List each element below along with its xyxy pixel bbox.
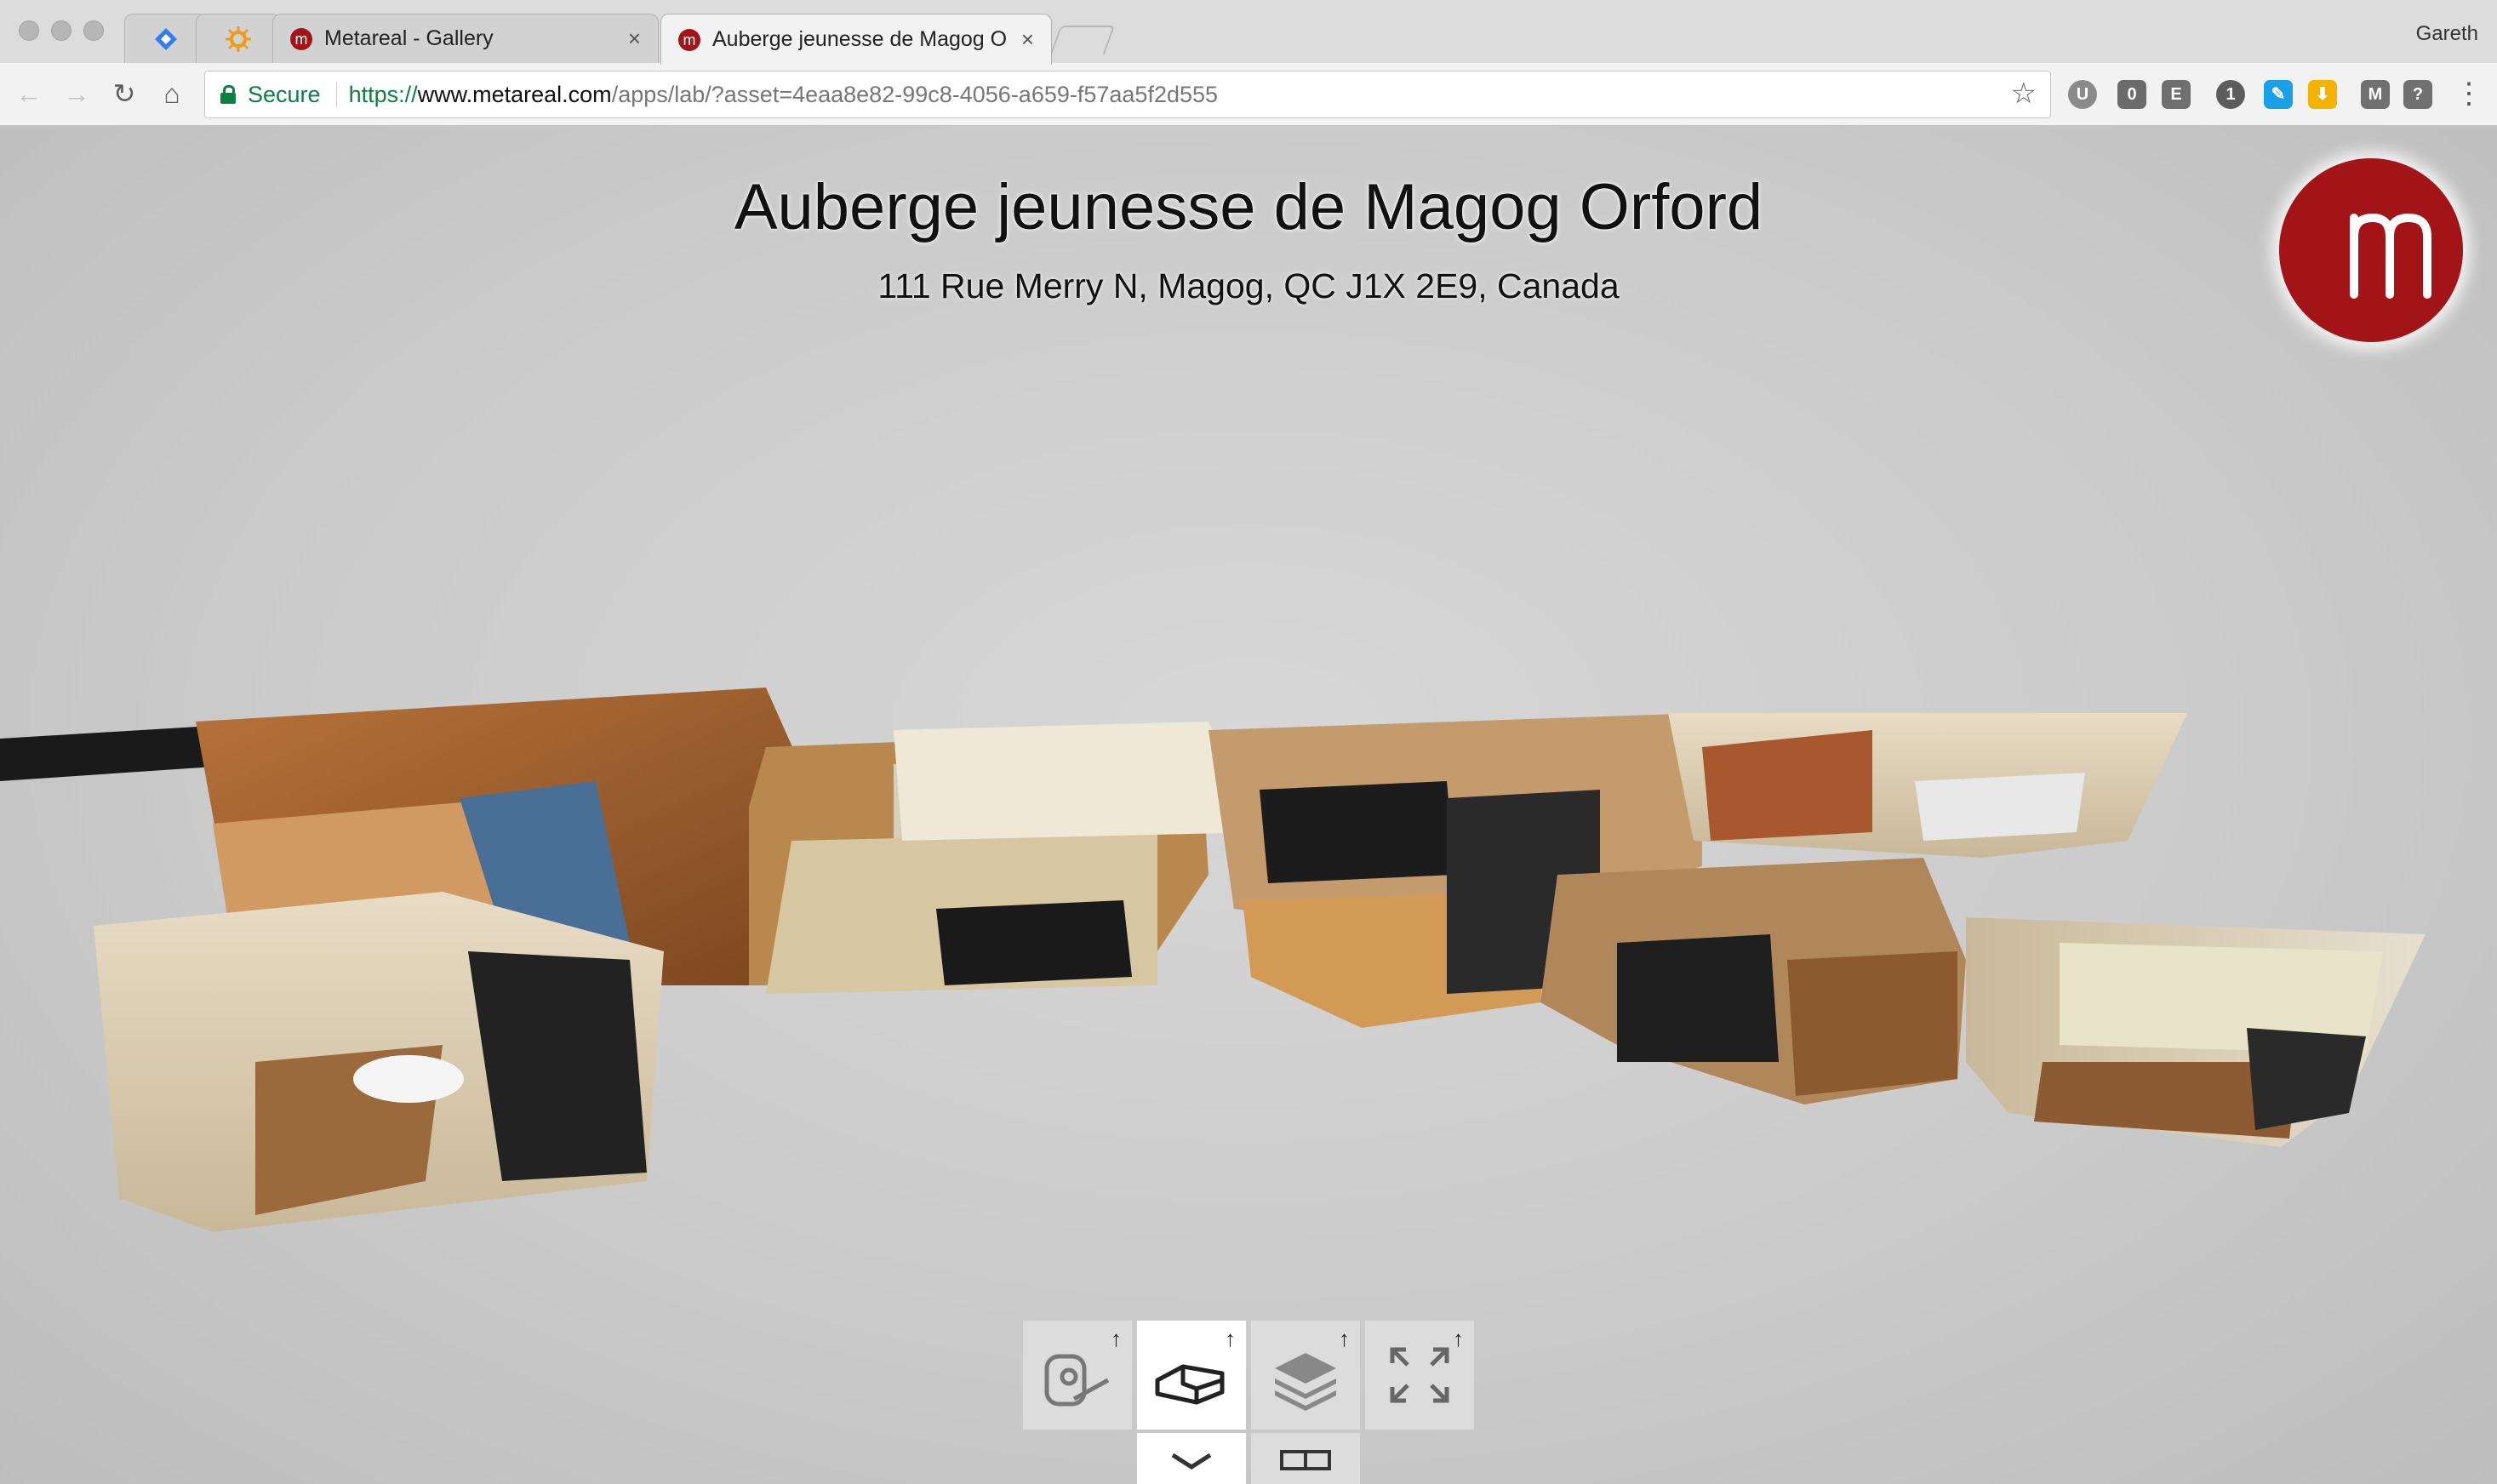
floorplan-toggle-button[interactable] [1251, 1433, 1360, 1484]
dollhouse-3d-model[interactable] [0, 585, 2497, 1351]
metareal-m-icon [2350, 213, 2431, 299]
collapse-button[interactable] [1137, 1433, 1246, 1484]
zoom-window-button[interactable] [83, 20, 104, 41]
url-path: /apps/lab/?asset=4eaa8e82-99c8-4056-a659… [611, 81, 1219, 107]
profile-name[interactable]: Gareth [2416, 22, 2478, 46]
ublock-icon[interactable]: U [2068, 80, 2097, 109]
metareal-logo[interactable] [2279, 158, 2463, 342]
tab-auberge[interactable]: m Auberge jeunesse de Magog O × [660, 14, 1052, 65]
arrow-up-icon: ↑ [1225, 1326, 1236, 1351]
arrow-up-icon: ↑ [1453, 1326, 1464, 1351]
close-icon[interactable]: × [628, 26, 641, 52]
minimize-window-button[interactable] [51, 20, 71, 41]
metareal-icon: m [678, 28, 700, 51]
evernote-icon[interactable]: E [2162, 80, 2191, 109]
tab-label: Metareal - Gallery [324, 26, 494, 50]
measure-tool-button[interactable]: ↑ [1023, 1321, 1132, 1430]
bookmark-star-icon[interactable]: ☆ [2011, 77, 2037, 111]
secure-label: Secure [248, 81, 321, 107]
back-button[interactable]: ← [12, 77, 46, 111]
sun-icon [226, 26, 251, 52]
forward-button[interactable]: → [60, 77, 94, 111]
reload-button[interactable]: ↻ [107, 77, 141, 111]
close-icon[interactable]: × [1021, 26, 1034, 53]
arrow-up-icon: ↑ [1339, 1326, 1350, 1351]
onepassword-icon[interactable]: 1 [2216, 80, 2245, 109]
arrow-up-icon: ↑ [1111, 1326, 1122, 1351]
lightbulb-icon[interactable]: ? [2403, 80, 2432, 109]
home-button[interactable]: ⌂ [155, 77, 189, 111]
tab-label: Auberge jeunesse de Magog O [712, 27, 1008, 51]
address-bar[interactable]: Secure https:// www.metareal.com /apps/l… [204, 71, 2051, 118]
url-scheme: https:// [348, 81, 418, 107]
close-window-button[interactable] [19, 20, 39, 41]
lock-icon [220, 85, 236, 104]
tab-metareal-gallery[interactable]: m Metareal - Gallery × [272, 14, 659, 63]
browser-titlebar: m Metareal - Gallery × m Auberge jeuness… [0, 0, 2497, 65]
dollhouse-view-button[interactable]: ↑ [1137, 1321, 1246, 1430]
page-title: Auberge jeunesse de Magog Orford [734, 171, 1763, 243]
divider [335, 82, 337, 107]
url-host: www.metareal.com [417, 81, 612, 107]
browser-toolbar: ← → ↻ ⌂ Secure https:// www.metareal.com… [0, 63, 2497, 126]
viewer-viewport[interactable]: Auberge jeunesse de Magog Orford 111 Rue… [0, 126, 2497, 1484]
floors-button[interactable]: ↑ [1251, 1321, 1360, 1430]
diamond-icon [155, 27, 177, 50]
metareal-icon: m [290, 27, 312, 50]
tab-2[interactable] [196, 14, 281, 63]
chevron-down-icon [1171, 1453, 1212, 1470]
pencil-icon[interactable]: ✎ [2264, 80, 2293, 109]
ghostery-icon[interactable]: 0 [2117, 80, 2146, 109]
m-extension-icon[interactable]: M [2361, 80, 2390, 109]
download-icon[interactable]: ⬇ [2308, 80, 2337, 109]
page-address: 111 Rue Merry N, Magog, QC J1X 2E9, Cana… [877, 266, 1620, 305]
fullscreen-button[interactable]: ↑ [1365, 1321, 1474, 1430]
floorplan-icon [1280, 1450, 1331, 1470]
new-tab-button[interactable] [1049, 26, 1116, 54]
browser-menu-icon[interactable]: ⋮ [2454, 75, 2483, 112]
